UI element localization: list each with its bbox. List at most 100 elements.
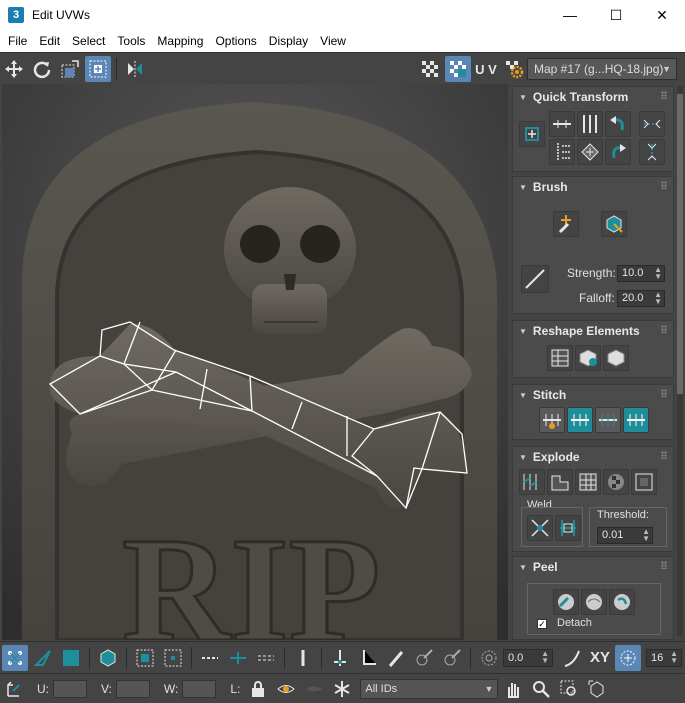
zoom-button[interactable] <box>528 676 554 702</box>
ring-grow-button[interactable] <box>327 645 353 671</box>
menu-display[interactable]: Display <box>263 30 314 52</box>
menu-file[interactable]: File <box>0 30 33 52</box>
v-field[interactable] <box>115 679 150 698</box>
panel-scrollbar-thumb[interactable] <box>677 94 683 394</box>
stitch-source-icon <box>627 414 645 426</box>
angle-spinner[interactable]: 0.0 ▲ ▼ <box>503 648 553 667</box>
paint-select-button[interactable] <box>383 645 409 671</box>
zoom-region-button[interactable] <box>556 676 582 702</box>
material-id-dropdown[interactable]: All IDs ▼ <box>360 678 499 699</box>
rollout-header[interactable]: ▼ Peel <box>513 557 673 577</box>
ring-button[interactable] <box>290 645 316 671</box>
relax-brush-button[interactable] <box>601 211 627 237</box>
grow-selection-button[interactable] <box>132 645 158 671</box>
move-tool-button[interactable] <box>1 56 27 82</box>
u-field[interactable] <box>53 679 87 698</box>
rollout-header[interactable]: ▼ Brush <box>513 177 673 197</box>
flatten-by-smoothing-button[interactable] <box>603 469 629 495</box>
quick-peel-button[interactable] <box>553 589 579 615</box>
xy-space-button[interactable]: XY <box>587 645 613 671</box>
soft-selection-button[interactable] <box>476 645 502 671</box>
flatten-by-polygon-button[interactable] <box>575 469 601 495</box>
bottom-toolbar-selection: 0.0 ▲ ▼ XY 16 ▲ ▼ <box>0 641 685 673</box>
pan-button[interactable] <box>500 676 526 702</box>
w-field[interactable] <box>182 679 217 698</box>
rollout-header[interactable]: ▼ Explode <box>513 447 673 467</box>
grid-snap-button[interactable] <box>615 644 641 671</box>
uv-space-button[interactable]: U V <box>473 56 499 82</box>
stitch-to-source-button[interactable] <box>623 407 649 433</box>
ring-shrink-button[interactable] <box>355 645 381 671</box>
hide-button[interactable] <box>273 676 299 702</box>
lock-selection-button[interactable] <box>245 676 271 702</box>
checker-map-button[interactable] <box>445 56 471 82</box>
weld-selected-button[interactable] <box>527 515 553 541</box>
break-button[interactable] <box>519 469 545 495</box>
align-horizontal-button[interactable] <box>549 111 575 137</box>
menu-select[interactable]: Select <box>66 30 111 52</box>
element-mode-button[interactable] <box>95 645 121 671</box>
rotate-tool-button[interactable] <box>29 56 55 82</box>
straighten-selection-button[interactable] <box>547 345 573 371</box>
falloff-type-button[interactable] <box>559 645 585 671</box>
peel-mode-button[interactable] <box>581 589 607 615</box>
freeform-tool-button[interactable] <box>85 55 111 82</box>
rollout-header[interactable]: ▼ Stitch <box>513 385 673 405</box>
scale-tool-button[interactable] <box>57 56 83 82</box>
threshold-spinner[interactable]: 0.01 ▲ ▼ <box>597 527 653 544</box>
grip-icon <box>661 389 667 397</box>
relax-button[interactable] <box>575 345 601 371</box>
relax-settings-button[interactable] <box>603 345 629 371</box>
loop-grow-button[interactable] <box>225 645 251 671</box>
paint-move-button[interactable] <box>553 211 579 237</box>
paint-shrink-button[interactable] <box>439 645 465 671</box>
strength-spinner[interactable]: 10.0 ▲ ▼ <box>617 265 665 282</box>
falloff-spinner[interactable]: 20.0 ▲ ▼ <box>617 290 665 307</box>
absolute-offset-button[interactable] <box>2 676 28 702</box>
flip-vertical-button[interactable] <box>639 139 665 165</box>
menu-view[interactable]: View <box>314 30 352 52</box>
close-button[interactable]: ✕ <box>639 0 685 30</box>
rollout-header[interactable]: ▼ Reshape Elements <box>513 321 673 341</box>
align-vertical-button[interactable] <box>577 111 603 137</box>
loop-shrink-button[interactable] <box>253 645 279 671</box>
map-settings-button[interactable] <box>501 56 527 82</box>
rollout-header[interactable]: ▼ Quick Transform <box>513 87 673 107</box>
vertex-mode-button[interactable] <box>2 644 28 671</box>
paint-grow-button[interactable] <box>411 645 437 671</box>
snowflake-freeze-button[interactable] <box>329 676 355 702</box>
reset-peel-button[interactable] <box>609 589 635 615</box>
rotate-ccw-button[interactable] <box>605 111 631 137</box>
menu-tools[interactable]: Tools <box>111 30 151 52</box>
edge-mode-button[interactable] <box>30 645 56 671</box>
menu-mapping[interactable]: Mapping <box>151 30 209 52</box>
pivot-button[interactable] <box>519 121 545 147</box>
map-gear-icon <box>506 61 524 79</box>
maximize-button[interactable]: ☐ <box>593 0 639 30</box>
flip-horizontal-button[interactable] <box>639 111 665 137</box>
face-mode-button[interactable] <box>58 645 84 671</box>
straighten-button[interactable] <box>549 139 575 165</box>
mirror-tool-button[interactable] <box>122 56 148 82</box>
falloff-curve-button[interactable] <box>521 265 549 293</box>
stitch-to-target-button[interactable] <box>567 407 593 433</box>
weld-target-button[interactable] <box>555 515 581 541</box>
menu-options[interactable]: Options <box>209 30 262 52</box>
minimize-button[interactable]: — <box>547 0 593 30</box>
texture-map-dropdown[interactable]: Map #17 (g...HQ-18.jpg) ▼ <box>527 58 677 80</box>
freeze-button[interactable] <box>301 676 327 702</box>
stitch-average-button[interactable] <box>595 407 621 433</box>
rotate-cw-button[interactable] <box>605 139 631 165</box>
detach-edge-button[interactable] <box>547 469 573 495</box>
uv-editor-viewport[interactable]: RIP <box>2 84 508 640</box>
loop-button[interactable] <box>197 645 223 671</box>
shrink-selection-button[interactable] <box>160 645 186 671</box>
detach-checkbox[interactable]: ✓ <box>537 619 547 629</box>
stitch-custom-button[interactable] <box>539 407 565 433</box>
align-center-button[interactable] <box>577 139 603 165</box>
flatten-by-material-button[interactable] <box>631 469 657 495</box>
zoom-extents-button[interactable] <box>584 676 610 702</box>
show-map-button[interactable] <box>417 56 443 82</box>
grid-size-spinner[interactable]: 16 ▲ ▼ <box>646 648 682 667</box>
menu-edit[interactable]: Edit <box>33 30 66 52</box>
